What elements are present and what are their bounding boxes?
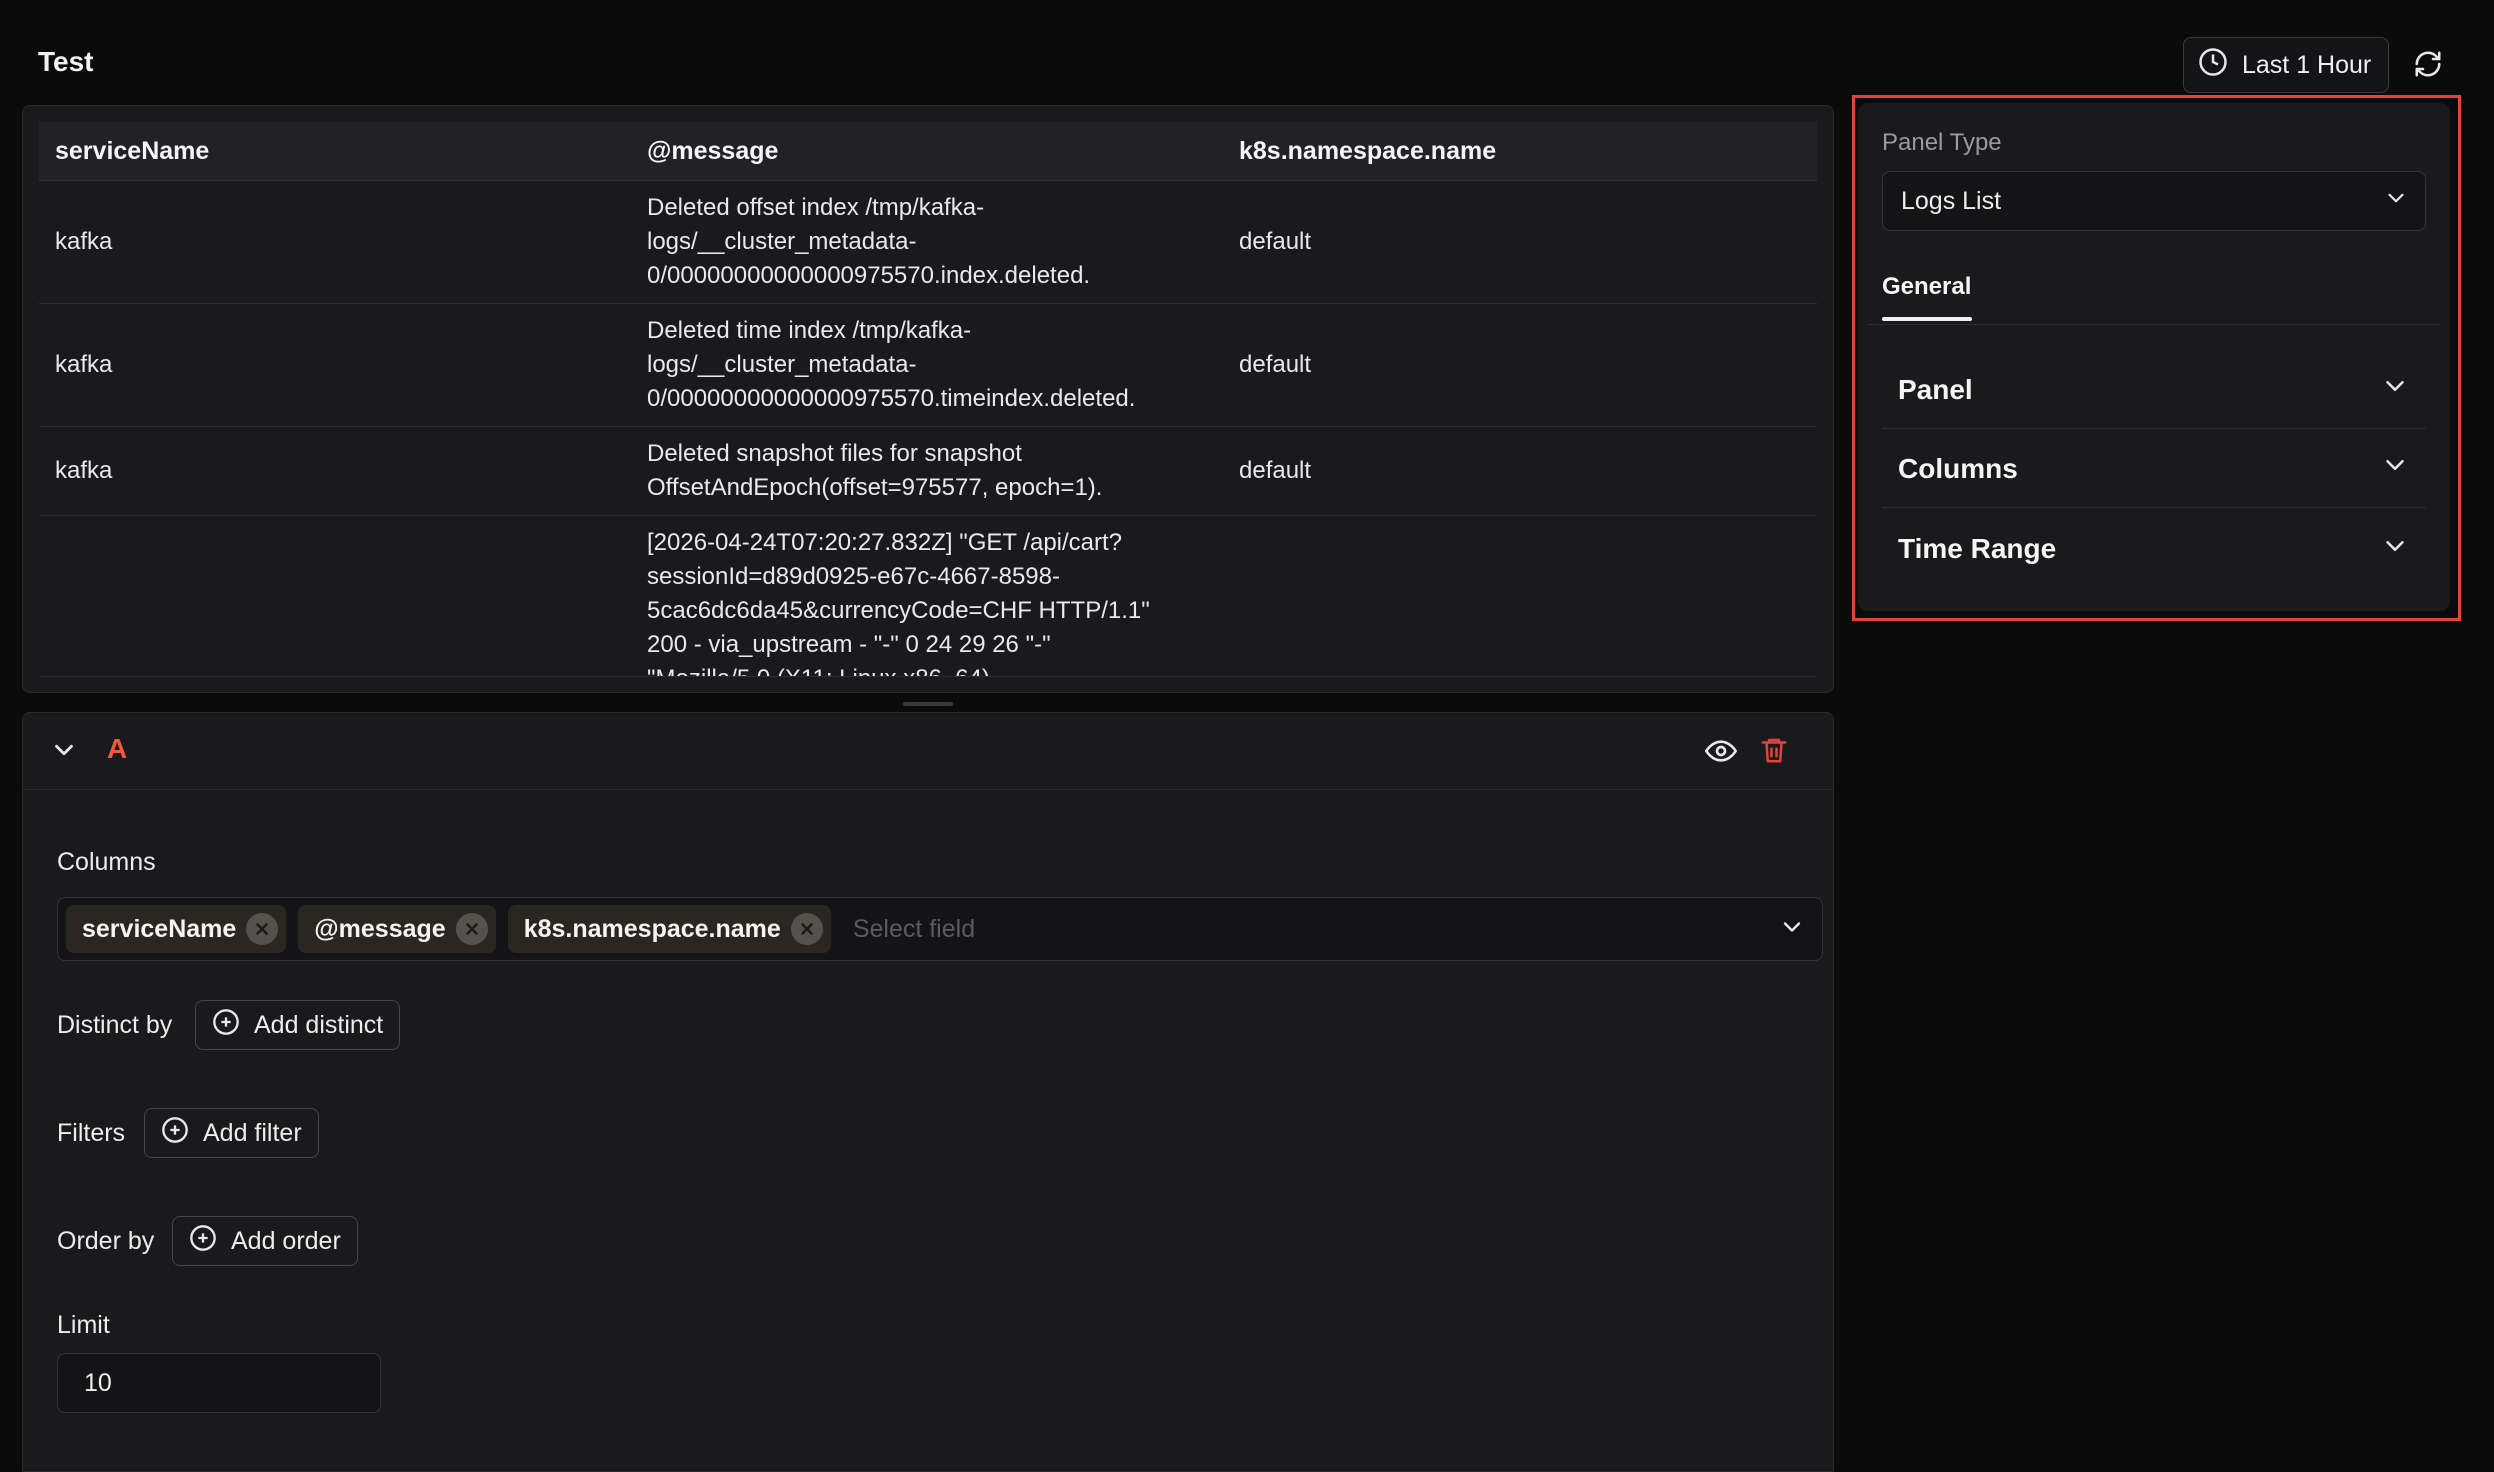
cell-namespace: default (1239, 351, 1312, 378)
tab-active-indicator (1882, 317, 1972, 321)
chip-label: @message (314, 914, 446, 943)
columns-label: Columns (57, 848, 156, 876)
order-by-label: Order by (57, 1227, 155, 1255)
add-filter-button[interactable]: Add filter (144, 1108, 319, 1158)
refresh-icon (2413, 49, 2443, 84)
trash-icon[interactable] (1759, 735, 1789, 770)
add-distinct-button[interactable]: Add distinct (195, 1000, 401, 1050)
chevron-down-icon[interactable] (1778, 913, 1806, 946)
cell-service-name: kafka (55, 228, 113, 255)
add-distinct-label: Add distinct (254, 1010, 384, 1039)
cell-message: Deleted time index /tmp/kafka- logs/__cl… (647, 317, 1136, 412)
table-row[interactable]: kafka Deleted time index /tmp/kafka- log… (39, 304, 1817, 427)
query-header: A (23, 713, 1833, 790)
cell-service-name (39, 516, 631, 536)
table-row[interactable]: kafka Deleted snapshot files for snapsho… (39, 427, 1817, 516)
panel-type-select[interactable]: Logs List (1882, 171, 2426, 231)
limit-input[interactable]: 10 (57, 1353, 381, 1413)
panel-settings: Panel Type Logs List General Panel Colum… (1858, 103, 2450, 611)
close-icon[interactable] (455, 913, 488, 945)
page-title: Test (38, 46, 94, 77)
column-chip: serviceName (66, 905, 287, 953)
accordion-time-range[interactable]: Time Range (1882, 510, 2426, 588)
add-order-button[interactable]: Add order (172, 1216, 358, 1266)
clock-icon (2198, 47, 2228, 84)
query-letter: A (107, 733, 128, 764)
chevron-down-icon (2383, 185, 2409, 218)
limit-label: Limit (57, 1311, 110, 1339)
table-row[interactable]: kafka Deleted offset index /tmp/kafka- l… (39, 181, 1817, 304)
tabs-divider (1868, 324, 2440, 325)
chip-label: k8s.namespace.name (523, 914, 781, 943)
cell-namespace: default (1239, 457, 1312, 484)
accordion-columns[interactable]: Columns (1882, 430, 2426, 508)
logs-table: serviceName @message k8s.namespace.name … (39, 122, 1817, 677)
chevron-down-icon[interactable] (49, 735, 79, 770)
plus-circle-icon (161, 1116, 189, 1151)
accordion-panel[interactable]: Panel (1882, 351, 2426, 429)
cell-namespace (1223, 516, 1817, 536)
cell-message: [2026-04-24T07:20:27.832Z] "GET /api/car… (647, 529, 1150, 676)
column-header[interactable]: k8s.namespace.name (1223, 137, 1817, 166)
time-range-label: Last 1 Hour (2242, 50, 2372, 79)
time-range-button[interactable]: Last 1 Hour (2183, 37, 2389, 93)
column-chip: @message (298, 905, 496, 953)
panel-type-value: Logs List (1901, 186, 2002, 215)
close-icon[interactable] (246, 913, 279, 945)
plus-circle-icon (189, 1224, 217, 1259)
results-panel: serviceName @message k8s.namespace.name … (22, 105, 1834, 693)
cell-service-name: kafka (55, 457, 113, 484)
eye-icon[interactable] (1704, 735, 1738, 772)
chevron-down-icon (2380, 450, 2410, 487)
table-row[interactable]: [2026-04-24T07:20:27.832Z] "GET /api/car… (39, 516, 1817, 677)
cell-message: Deleted snapshot files for snapshot Offs… (647, 440, 1103, 501)
add-order-label: Add order (231, 1226, 341, 1255)
accordion-label: Panel (1898, 373, 1973, 405)
panel-type-label: Panel Type (1882, 129, 2002, 156)
cell-service-name: kafka (55, 351, 113, 378)
distinct-by-label: Distinct by (57, 1011, 173, 1039)
cell-namespace: default (1239, 228, 1312, 255)
column-header[interactable]: @message (631, 137, 1223, 166)
filters-label: Filters (57, 1119, 126, 1147)
accordion-label: Columns (1898, 452, 2018, 484)
column-header[interactable]: serviceName (39, 137, 631, 166)
accordion-label: Time Range (1898, 533, 2057, 564)
chevron-down-icon (2380, 531, 2410, 568)
plus-circle-icon (212, 1008, 240, 1043)
table-header: serviceName @message k8s.namespace.name (39, 122, 1817, 181)
columns-select[interactable]: serviceName @message k8s.namespace.name … (57, 897, 1823, 961)
close-icon[interactable] (790, 913, 823, 945)
chip-label: serviceName (82, 914, 237, 943)
column-chip: k8s.namespace.name (507, 905, 831, 953)
select-field-placeholder[interactable]: Select field (853, 915, 1766, 944)
add-filter-label: Add filter (203, 1118, 302, 1147)
cell-message: Deleted offset index /tmp/kafka- logs/__… (647, 194, 1091, 289)
chevron-down-icon (2380, 371, 2410, 408)
refresh-button[interactable] (2408, 46, 2448, 86)
resize-handle[interactable] (903, 702, 953, 706)
tab-general[interactable]: General (1882, 273, 1971, 301)
query-editor: A Columns serviceName @message k8s.names… (22, 712, 1834, 1472)
